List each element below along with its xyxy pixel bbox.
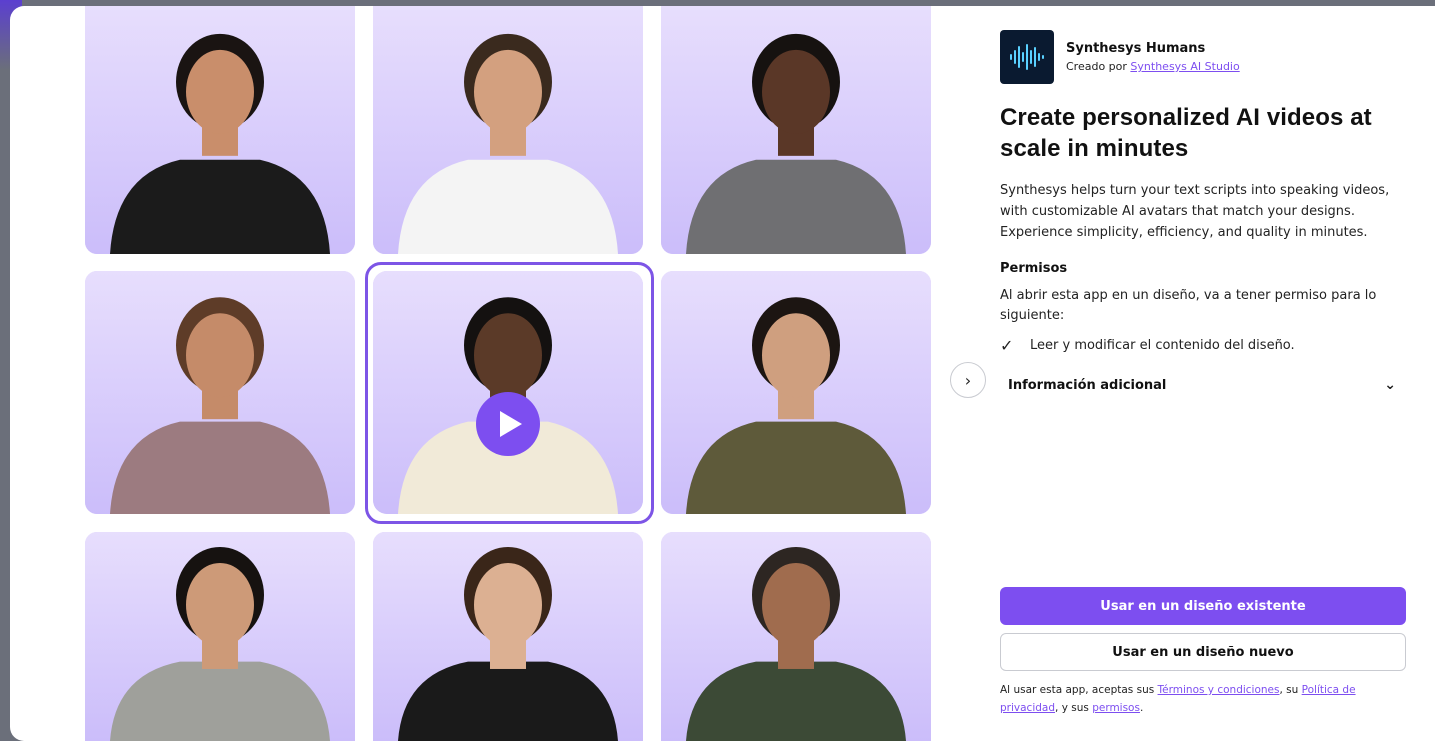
avatar-face <box>186 313 254 398</box>
legal-suffix: . <box>1139 702 1144 714</box>
legal-prefix: Al usar esta app, aceptas sus <box>1000 684 1158 696</box>
avatar-face <box>474 49 542 134</box>
next-button[interactable]: › <box>950 362 986 398</box>
terms-link[interactable]: Términos y condiciones <box>1158 684 1280 696</box>
legal-notice: Al usar esta app, aceptas sus Términos y… <box>1000 681 1406 717</box>
additional-info-label: Información adicional <box>1008 377 1167 393</box>
avatar-face <box>762 562 830 647</box>
app-name: Synthesys Humans <box>1066 41 1206 56</box>
play-icon[interactable] <box>476 392 540 457</box>
use-new-design-button[interactable]: Usar en un diseño nuevo <box>1000 633 1406 671</box>
legal-and: , y sus <box>1055 702 1093 714</box>
use-existing-design-button[interactable]: Usar en un diseño existente <box>1000 587 1406 625</box>
app-info-panel: Synthesys Humans Creado por Synthesys AI… <box>1000 30 1408 393</box>
legal-middle: , su <box>1279 684 1302 696</box>
avatar-shirt <box>686 159 906 254</box>
avatar-face <box>474 562 542 647</box>
avatar-portrait <box>110 546 330 741</box>
permissions-description: Al abrir esta app en un diseño, va a ten… <box>1000 288 1377 323</box>
avatar-tile[interactable] <box>85 6 355 254</box>
app-detail-modal: › Synthesys Humans Creado por Synthesys … <box>10 6 1435 741</box>
waveform-logo-icon <box>1000 30 1054 84</box>
avatar-shirt <box>686 421 906 514</box>
avatar-portrait <box>686 33 906 254</box>
avatar-shirt <box>110 159 330 254</box>
permissions-title: Permisos <box>1000 261 1068 276</box>
avatar-portrait <box>110 33 330 254</box>
additional-info-toggle[interactable]: Información adicional ⌄ <box>1000 377 1408 393</box>
avatar-shirt <box>398 159 618 254</box>
avatar-face <box>762 313 830 398</box>
app-header: Synthesys Humans Creado por Synthesys AI… <box>1000 30 1408 84</box>
avatar-tile[interactable] <box>373 6 643 254</box>
app-creator: Creado por Synthesys AI Studio <box>1066 60 1240 73</box>
avatar-tile[interactable] <box>661 271 931 514</box>
app-description: Synthesys helps turn your text scripts i… <box>1000 183 1390 240</box>
check-icon: ✓ <box>1000 336 1014 355</box>
avatar-tile[interactable] <box>373 271 643 514</box>
avatar-face <box>186 562 254 647</box>
permissions-link[interactable]: permisos <box>1092 702 1140 714</box>
creator-link[interactable]: Synthesys AI Studio <box>1130 60 1239 73</box>
avatar-portrait <box>686 546 906 741</box>
avatar-portrait <box>398 546 618 741</box>
avatar-tile[interactable] <box>373 532 643 741</box>
avatar-tile[interactable] <box>661 532 931 741</box>
avatar-shirt <box>398 661 618 741</box>
avatar-grid <box>85 6 933 741</box>
permission-item: ✓ Leer y modificar el contenido del dise… <box>1000 336 1408 355</box>
permission-item-label: Leer y modificar el contenido del diseño… <box>1030 338 1295 353</box>
page-title: Create personalized AI videos at scale i… <box>1000 104 1372 162</box>
avatar-tile[interactable] <box>85 532 355 741</box>
avatar-face <box>186 49 254 134</box>
avatar-tile[interactable] <box>661 6 931 254</box>
avatar-shirt <box>110 661 330 741</box>
avatar-portrait <box>398 33 618 254</box>
play-triangle <box>500 411 522 438</box>
avatar-face <box>762 49 830 134</box>
chevron-right-icon: › <box>964 370 972 390</box>
avatar-face <box>474 313 542 398</box>
avatar-shirt <box>110 421 330 514</box>
chevron-down-icon: ⌄ <box>1384 377 1396 393</box>
creator-prefix: Creado por <box>1066 60 1131 73</box>
avatar-shirt <box>686 661 906 741</box>
avatar-tile[interactable] <box>85 271 355 514</box>
avatar-portrait <box>686 297 906 514</box>
avatar-portrait <box>110 297 330 514</box>
